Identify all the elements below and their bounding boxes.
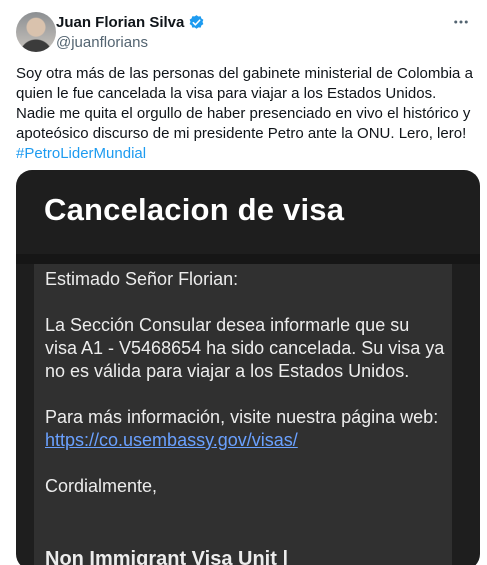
email-info: Para más información, visite nuestra pág… (45, 406, 445, 452)
name-row: Juan Florian Silva (56, 14, 205, 31)
media-divider (16, 254, 480, 264)
tweet-header: Juan Florian Silva @juanflorians (16, 12, 471, 56)
email-link: https://co.usembassy.gov/visas/ (45, 430, 298, 450)
media-title: Cancelacion de visa (44, 192, 345, 227)
tweet-text: Soy otra más de las personas del gabinet… (16, 64, 478, 164)
handle[interactable]: @juanflorians (56, 34, 205, 51)
email-text: Estimado Señor Florian: La Sección Consu… (45, 268, 445, 521)
email-closing: Cordialmente, (45, 476, 158, 496)
email-greeting: Estimado Señor Florian: (45, 269, 239, 289)
email-body: La Sección Consular desea informarle que… (45, 315, 445, 381)
email-signature: Non Immigrant Visa Unit | (45, 548, 289, 565)
avatar[interactable] (16, 12, 56, 52)
more-horizontal-icon (452, 13, 470, 36)
verified-badge-icon (188, 14, 205, 31)
display-name[interactable]: Juan Florian Silva (56, 14, 184, 31)
more-options-button[interactable] (451, 14, 471, 34)
author-info: Juan Florian Silva @juanflorians (56, 14, 205, 51)
hashtag-link[interactable]: #PetroLiderMundial (16, 144, 478, 164)
tweet-media-image[interactable]: Cancelacion de visa Estimado Señor Flori… (16, 170, 480, 565)
tweet-body: Soy otra más de las personas del gabinet… (16, 65, 473, 142)
email-info-text: Para más información, visite nuestra pág… (45, 407, 439, 427)
